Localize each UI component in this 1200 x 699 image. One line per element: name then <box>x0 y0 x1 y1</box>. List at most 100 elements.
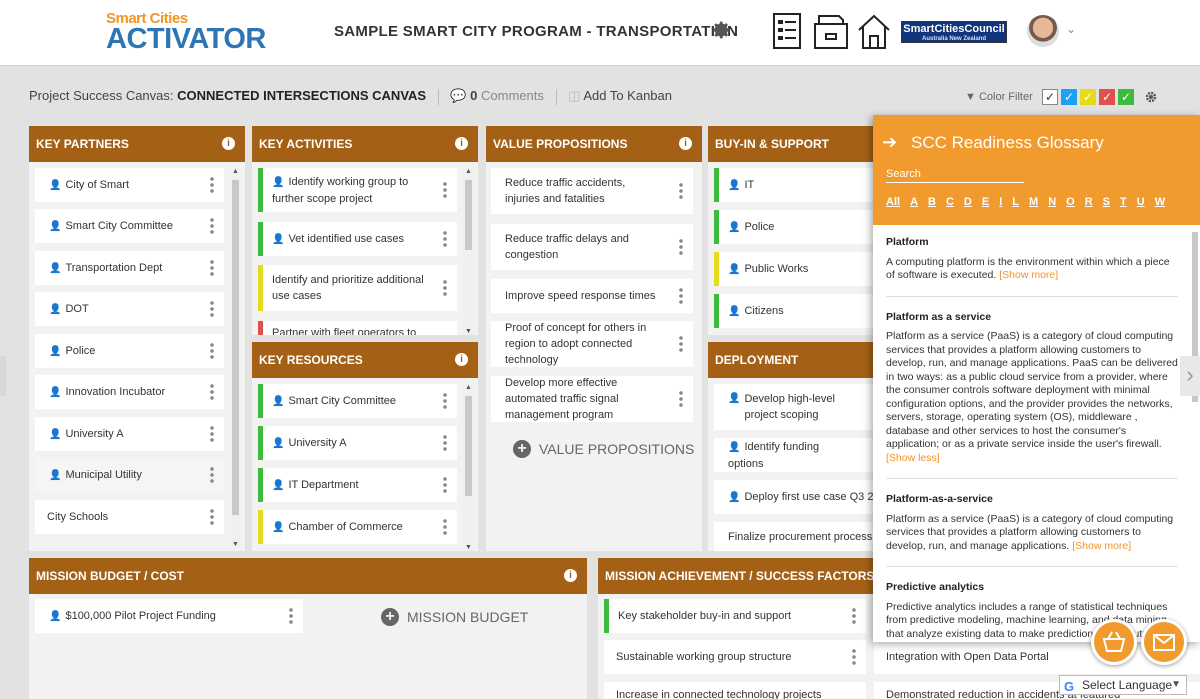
filter-checkbox-yellow[interactable]: ✓ <box>1080 89 1096 105</box>
more-options-icon[interactable] <box>443 434 447 452</box>
list-item[interactable]: Increase in connected technology project… <box>604 682 866 699</box>
more-options-icon[interactable] <box>210 259 214 277</box>
list-item[interactable]: 👤 Municipal Utility <box>35 458 224 492</box>
list-item[interactable]: Proof of concept for others in region to… <box>491 321 693 367</box>
scroll-left-tab[interactable] <box>0 356 6 396</box>
smart-cities-activator-logo[interactable]: Smart Cities ACTIVATOR <box>106 10 296 56</box>
more-options-icon[interactable] <box>443 279 447 297</box>
add-value-proposition-button[interactable]: + VALUE PROPOSITIONS <box>513 440 694 458</box>
letter-e[interactable]: E <box>982 196 989 208</box>
smart-cities-council-logo[interactable]: SmartCitiesCouncil Australia New Zealand <box>901 21 1007 43</box>
more-options-icon[interactable] <box>210 508 214 526</box>
file-cabinet-icon[interactable] <box>812 12 850 52</box>
letter-l[interactable]: L <box>1012 196 1019 208</box>
scroll-up-icon[interactable]: ▲ <box>463 168 474 175</box>
more-options-icon[interactable] <box>679 238 683 256</box>
more-options-icon[interactable] <box>210 425 214 443</box>
more-options-icon[interactable] <box>679 182 683 200</box>
more-options-icon[interactable] <box>210 466 214 484</box>
more-options-icon[interactable] <box>443 230 447 248</box>
email-action-button[interactable] <box>1141 619 1187 665</box>
list-item[interactable]: 👤 University A <box>35 417 224 451</box>
scrollbar-thumb[interactable] <box>465 396 472 496</box>
scrollbar-thumb[interactable] <box>232 180 239 515</box>
scroll-down-icon[interactable]: ▼ <box>230 541 241 548</box>
list-item[interactable]: 👤 Transportation Dept <box>35 251 224 285</box>
list-item[interactable]: 👤 IT <box>714 168 878 202</box>
info-icon[interactable]: i <box>564 569 577 582</box>
letter-s[interactable]: S <box>1103 196 1110 208</box>
list-item[interactable]: 👤 Identify funding options <box>714 438 878 472</box>
list-item[interactable]: 👤 Police <box>714 210 878 244</box>
scrollbar[interactable]: ▲ ▼ <box>463 168 474 335</box>
list-item[interactable]: 👤 Smart City Committee <box>35 209 224 243</box>
list-item[interactable]: 👤 Chamber of Commerce <box>258 510 457 544</box>
info-icon[interactable]: i <box>455 353 468 366</box>
letter-o[interactable]: O <box>1066 196 1075 208</box>
letter-i[interactable]: I <box>999 196 1002 208</box>
more-options-icon[interactable] <box>210 342 214 360</box>
info-icon[interactable]: i <box>455 137 468 150</box>
letter-t[interactable]: T <box>1120 196 1127 208</box>
select-language-dropdown[interactable]: G Select Language ▼ <box>1059 675 1187 695</box>
basket-action-button[interactable] <box>1091 619 1137 665</box>
list-item[interactable]: Sustainable working group structure <box>604 640 866 674</box>
letter-c[interactable]: C <box>946 196 954 208</box>
more-options-icon[interactable] <box>443 518 447 536</box>
more-options-icon[interactable] <box>443 476 447 494</box>
more-options-icon[interactable] <box>289 607 293 625</box>
more-options-icon[interactable] <box>443 181 447 199</box>
show-more-link[interactable]: [Show more] <box>1072 540 1131 552</box>
scroll-down-icon[interactable]: ▼ <box>463 544 474 551</box>
list-item[interactable]: Finalize procurement process <box>714 522 878 551</box>
list-item[interactable]: 👤 $100,000 Pilot Project Funding <box>35 599 303 633</box>
filter-checkbox-red[interactable]: ✓ <box>1099 89 1115 105</box>
more-options-icon[interactable] <box>210 300 214 318</box>
letter-m[interactable]: M <box>1029 196 1038 208</box>
list-item[interactable]: 👤 City of Smart <box>35 168 224 202</box>
scroll-up-icon[interactable]: ▲ <box>230 168 241 175</box>
letter-n[interactable]: N <box>1048 196 1056 208</box>
list-item[interactable]: 👤 Citizens <box>714 294 878 328</box>
list-item[interactable]: 👤 IT Department <box>258 468 457 502</box>
list-item[interactable]: 👤 Police <box>35 334 224 368</box>
user-avatar[interactable] <box>1027 15 1059 47</box>
list-item[interactable]: 👤 Vet identified use cases <box>258 222 457 256</box>
list-item[interactable]: Reduce traffic delays and congestion <box>491 224 693 270</box>
scrollbar-thumb[interactable] <box>465 180 472 250</box>
list-item[interactable]: 👤 DOT <box>35 292 224 326</box>
arrow-right-icon[interactable]: ➔ <box>882 132 897 153</box>
more-options-icon[interactable] <box>210 217 214 235</box>
list-item[interactable]: Develop more effective automated traffic… <box>491 376 693 422</box>
more-options-icon[interactable] <box>679 287 683 305</box>
list-item[interactable]: Improve speed response times <box>491 279 693 313</box>
list-item[interactable]: City Schools <box>35 500 224 534</box>
list-item[interactable]: 👤 University A <box>258 426 457 460</box>
list-item[interactable]: Partner with fleet operators to <box>258 321 457 335</box>
chevron-down-icon[interactable]: ⌄ <box>1066 22 1076 36</box>
scrollbar[interactable]: ▲ ▼ <box>463 384 474 551</box>
list-item[interactable]: Key stakeholder buy-in and support <box>604 599 866 633</box>
more-options-icon[interactable] <box>852 648 856 666</box>
letter-a[interactable]: A <box>910 196 918 208</box>
more-options-icon[interactable] <box>852 607 856 625</box>
filter-checkbox-green[interactable]: ✓ <box>1118 89 1134 105</box>
info-icon[interactable]: i <box>222 137 235 150</box>
more-options-icon[interactable] <box>679 335 683 353</box>
glossary-search-input[interactable]: Search <box>886 168 1024 183</box>
more-options-icon[interactable] <box>679 390 683 408</box>
info-icon[interactable]: i <box>679 137 692 150</box>
list-item[interactable]: 👤 Develop high-level project scoping <box>714 384 878 430</box>
home-icon[interactable] <box>856 12 892 52</box>
scrollbar[interactable]: ▲ ▼ <box>230 168 241 548</box>
list-item[interactable]: 👤 Smart City Committee <box>258 384 457 418</box>
show-more-link[interactable]: [Show more] <box>999 269 1058 281</box>
list-item[interactable]: 👤 Deploy first use case Q3 20 <box>714 480 878 514</box>
letter-w[interactable]: W <box>1155 196 1165 208</box>
list-item[interactable]: Identify and prioritize additional use c… <box>258 265 457 311</box>
more-options-icon[interactable] <box>210 176 214 194</box>
more-options-icon[interactable] <box>210 383 214 401</box>
filter-checkbox-none[interactable]: ✓ <box>1042 89 1058 105</box>
filter-settings-gear-icon[interactable] <box>1145 91 1157 103</box>
letter-all[interactable]: All <box>886 196 900 208</box>
